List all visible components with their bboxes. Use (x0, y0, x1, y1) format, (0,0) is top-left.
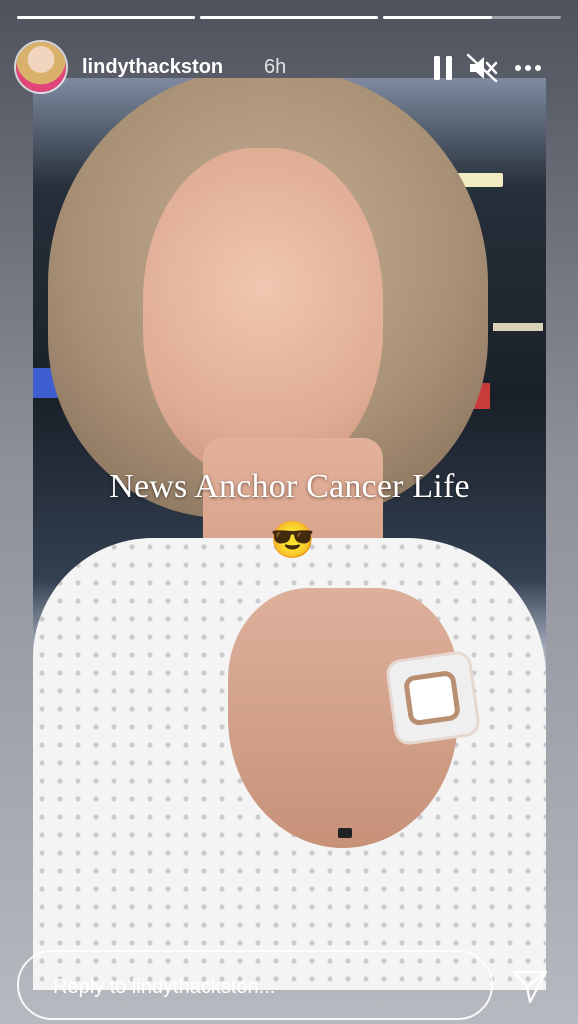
bandage-pad (408, 675, 456, 721)
reply-input[interactable]: Reply to lindythackston... (17, 950, 493, 1020)
sunglasses-emoji: 😎 (270, 519, 315, 560)
progress-fill (200, 16, 378, 19)
story-progress-segment (17, 16, 195, 19)
story-progress-segment (200, 16, 378, 19)
reply-placeholder: Reply to lindythackston... (53, 976, 276, 998)
story-progress-segment (383, 16, 561, 19)
face (143, 148, 383, 478)
story-time: 6h (264, 56, 287, 78)
muted-speaker-icon[interactable] (464, 50, 500, 86)
more-options-icon[interactable] (510, 50, 546, 86)
send-icon[interactable] (510, 966, 550, 1006)
studio-light-small (493, 323, 543, 331)
pause-icon[interactable] (426, 50, 462, 86)
lavalier-mic (338, 828, 352, 838)
username[interactable]: lindythackston (82, 56, 223, 79)
story-header: lindythackston 6h (0, 36, 578, 100)
port-bandage (387, 652, 479, 744)
progress-fill (17, 16, 195, 19)
story-caption: News Anchor Cancer Life (109, 468, 470, 505)
avatar[interactable] (16, 42, 66, 92)
progress-fill (383, 16, 492, 19)
